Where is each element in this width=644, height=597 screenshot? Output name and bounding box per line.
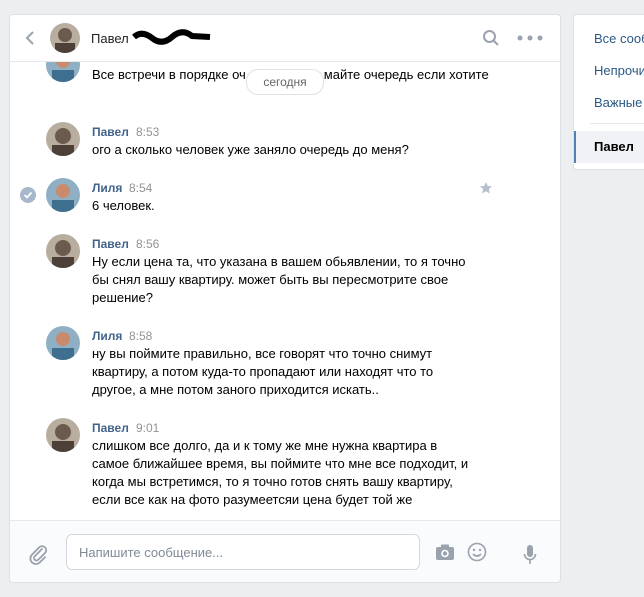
- emoji-icon[interactable]: [467, 542, 487, 562]
- message-time[interactable]: 8:56: [136, 237, 159, 251]
- sender-avatar[interactable]: [46, 178, 80, 212]
- sender-name[interactable]: Лиля: [92, 181, 122, 195]
- sender-name[interactable]: Павел: [92, 237, 129, 251]
- microphone-icon[interactable]: [522, 544, 538, 566]
- sender-avatar[interactable]: [46, 234, 80, 268]
- back-arrow-icon[interactable]: [22, 30, 38, 46]
- more-icon[interactable]: [516, 29, 544, 47]
- contact-avatar[interactable]: [50, 23, 80, 53]
- sender-avatar[interactable]: [46, 62, 80, 82]
- chat-header: Павел: [10, 15, 560, 62]
- message-text: ну вы поймите правильно, все говорят что…: [92, 346, 434, 397]
- attach-icon[interactable]: [27, 543, 49, 565]
- chat-window: Павел сегодня Все встречи в порядке оч ма…: [9, 14, 561, 583]
- message-time[interactable]: 8:53: [136, 125, 159, 139]
- message-text: слишком все долго, да и к тому же мне ну…: [92, 438, 469, 507]
- sender-name[interactable]: Павел: [92, 125, 129, 139]
- filter-all-messages[interactable]: Все сооб: [594, 31, 644, 46]
- active-conversation-tab[interactable]: Павел: [574, 131, 644, 163]
- conversation-filter-panel: Все сооб Непрочи Важные Павел: [573, 14, 644, 170]
- filter-unread[interactable]: Непрочи: [594, 63, 644, 78]
- message-text: ого а сколько человек уже заняло очередь…: [92, 142, 409, 157]
- search-icon[interactable]: [482, 29, 500, 47]
- sender-avatar[interactable]: [46, 326, 80, 360]
- redaction-scribble: [132, 29, 211, 45]
- sender-avatar[interactable]: [46, 122, 80, 156]
- message-time[interactable]: 8:58: [129, 329, 152, 343]
- divider: [590, 123, 644, 124]
- sender-avatar[interactable]: [46, 418, 80, 452]
- check-icon[interactable]: [20, 187, 36, 203]
- sender-name[interactable]: Павел: [92, 421, 129, 435]
- message-text: Ну если цена та, что указана в вашем обь…: [92, 254, 466, 305]
- message-input-placeholder: Напишите сообщение...: [79, 545, 224, 560]
- sender-name[interactable]: Лиля: [92, 329, 122, 343]
- active-conversation-label: Павел: [594, 139, 634, 154]
- message-list: Все встречи в порядке оч майте очередь ес…: [10, 62, 560, 520]
- filter-important[interactable]: Важные: [594, 95, 642, 110]
- message-input[interactable]: Напишите сообщение...: [66, 534, 487, 570]
- date-divider: сегодня: [246, 69, 324, 95]
- message-time[interactable]: 9:01: [136, 421, 159, 435]
- message-text: 6 человек.: [92, 198, 155, 213]
- message-composer: Напишите сообщение...: [10, 520, 560, 582]
- star-icon[interactable]: [479, 181, 493, 195]
- message-time[interactable]: 8:54: [129, 181, 152, 195]
- camera-icon[interactable]: [435, 543, 455, 561]
- contact-name[interactable]: Павел: [91, 31, 129, 46]
